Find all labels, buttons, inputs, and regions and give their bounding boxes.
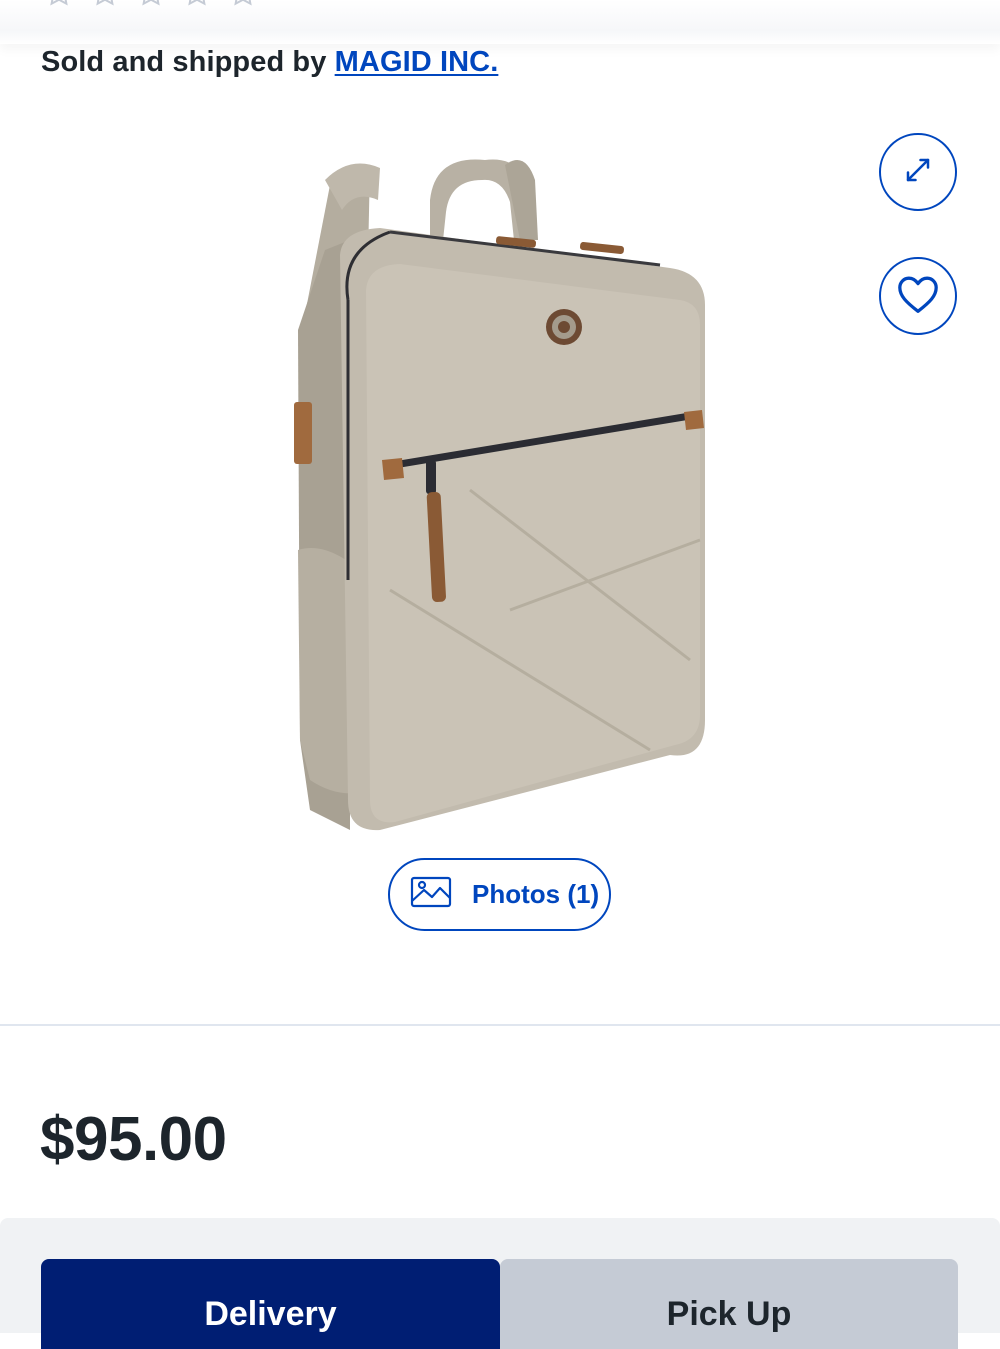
expand-image-button[interactable] [879,133,957,211]
fulfillment-options: Delivery Pick Up [0,1218,1000,1349]
star-outline-icon [136,0,166,8]
star-outline-icon [44,0,74,8]
tab-delivery[interactable]: Delivery [41,1259,500,1349]
product-image[interactable] [270,140,740,840]
seller-link[interactable]: MAGID INC. [335,46,499,78]
rating-stars [44,0,258,8]
product-price: $95.00 [40,1105,227,1174]
photos-label: Photos (1) [472,879,600,909]
star-outline-icon [90,0,120,8]
seller-prefix: Sold and shipped by [41,46,335,78]
header-fade [0,0,1000,44]
section-divider [0,1024,1000,1026]
backpack-image [294,159,705,831]
save-favorite-button[interactable] [879,257,957,335]
seller-info: Sold and shipped by MAGID INC. [41,46,498,79]
tab-pick-up[interactable]: Pick Up [500,1259,958,1349]
star-outline-icon [228,0,258,8]
photos-button[interactable]: Photos (1) [388,858,611,931]
expand-icon [903,155,933,190]
heart-icon [896,274,940,319]
star-outline-icon [182,0,212,8]
image-icon [410,876,452,913]
